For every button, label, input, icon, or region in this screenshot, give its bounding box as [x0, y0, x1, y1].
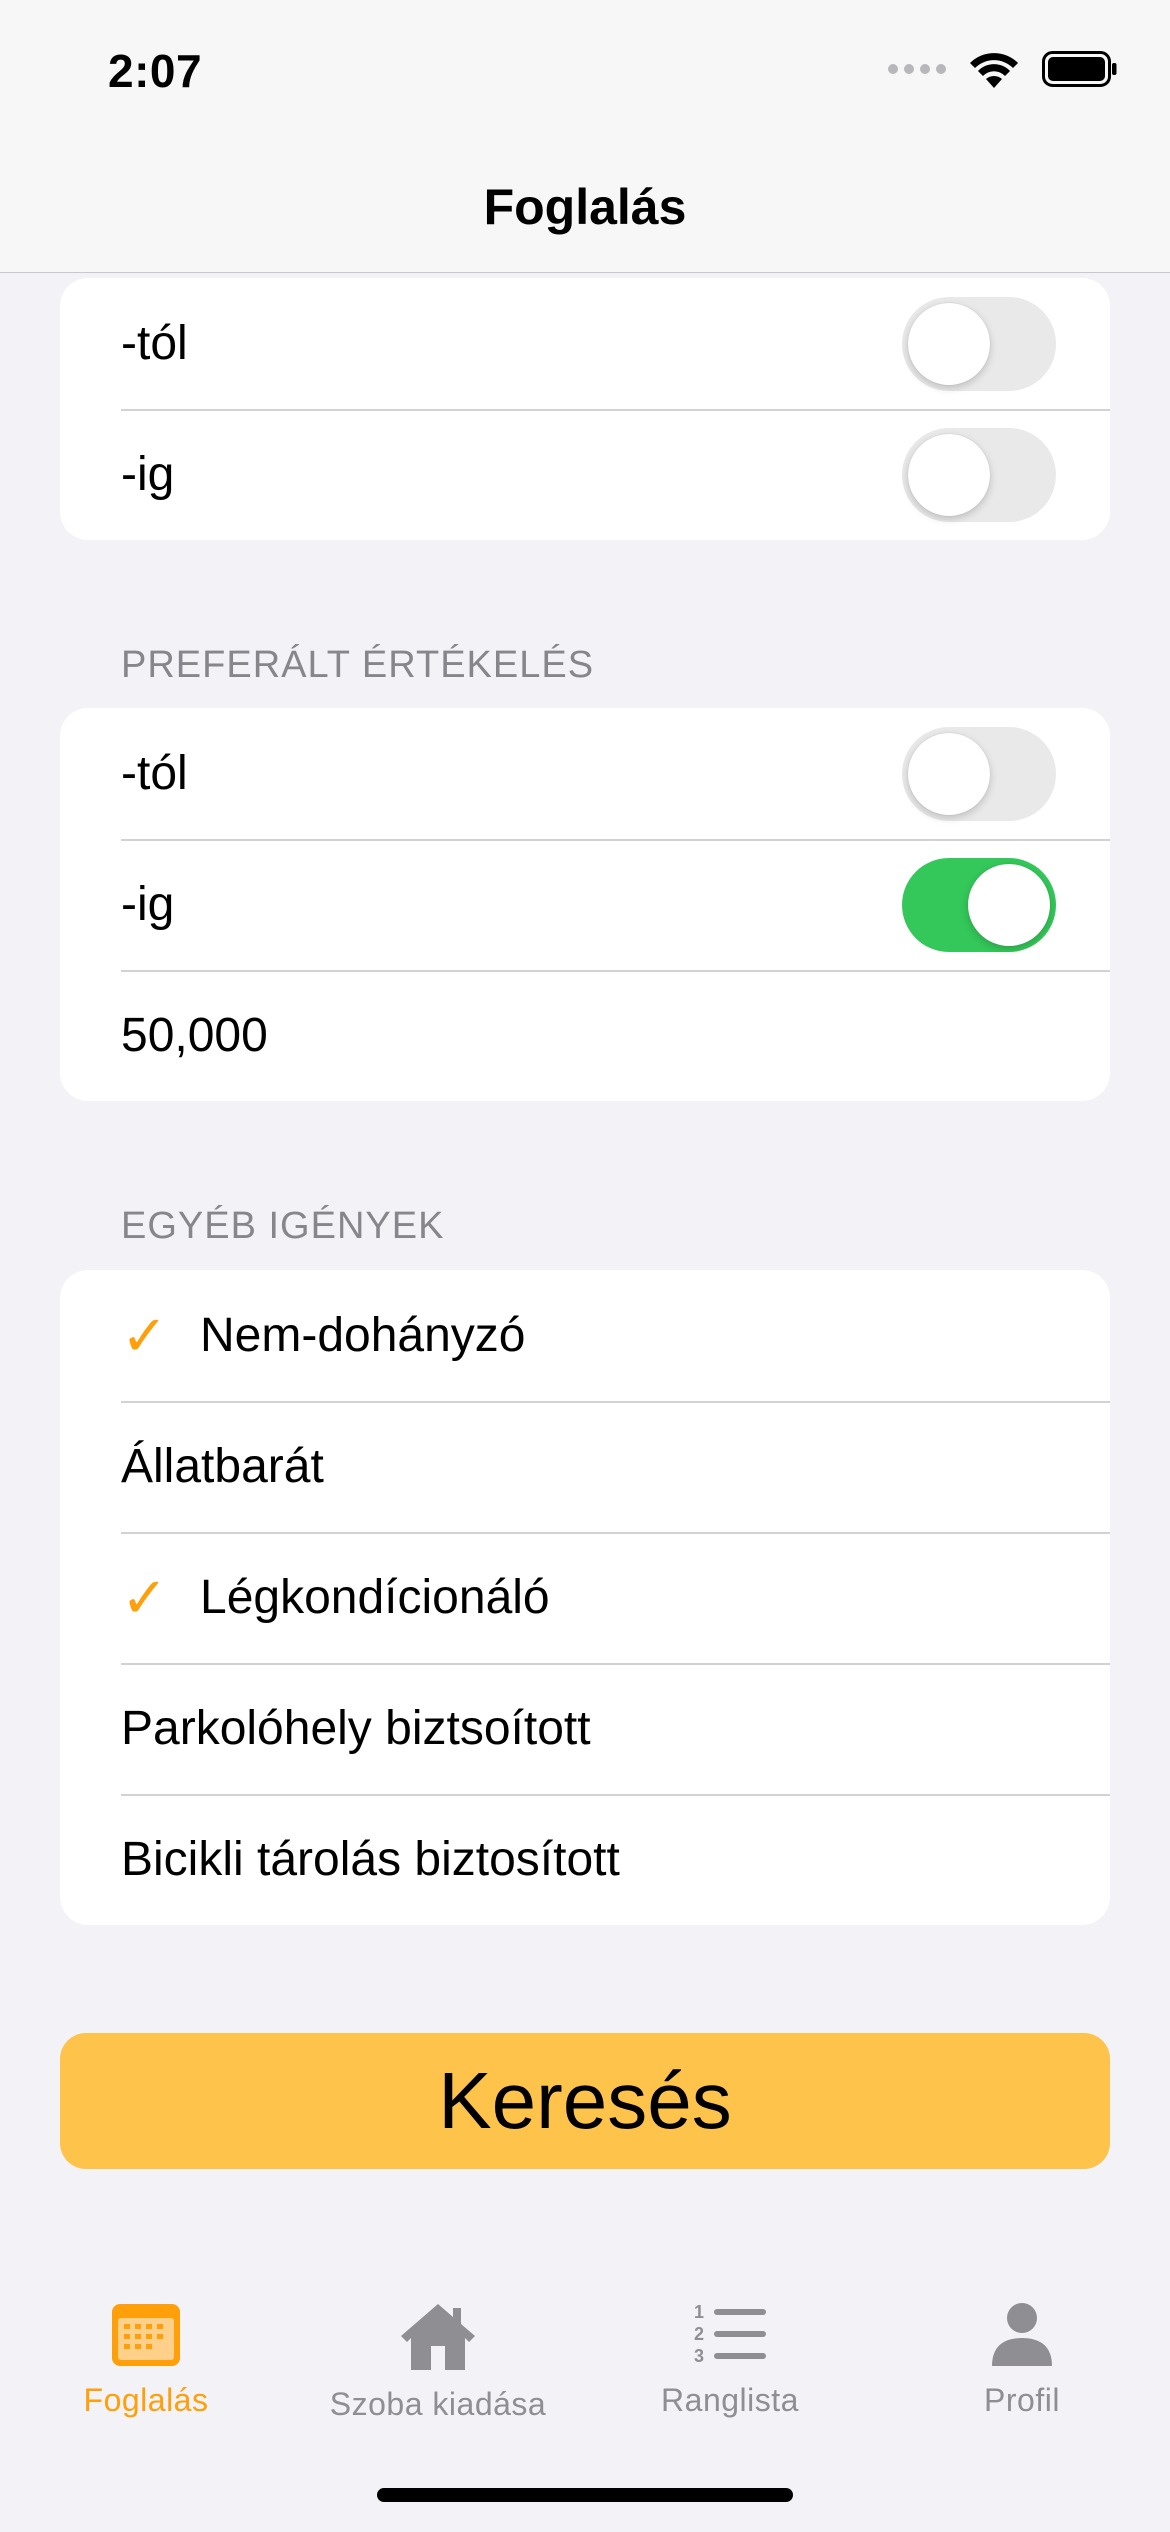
numbered-list-icon: 123 [694, 2302, 766, 2366]
requirement-item-non-smoking[interactable]: ✓ Nem-dohányzó [60, 1270, 1110, 1401]
tab-label: Profil [984, 2382, 1060, 2418]
date-from-row: -tól [60, 278, 1110, 409]
tab-label: Szoba kiadása [329, 2386, 547, 2422]
rating-from-row: -tól [60, 708, 1110, 839]
rating-from-label: -tól [121, 747, 188, 800]
date-to-row: -ig [60, 409, 1110, 540]
date-to-toggle[interactable] [902, 427, 1056, 522]
requirement-item-bike-storage[interactable]: Bicikli tárolás biztosított [60, 1794, 1110, 1925]
tab-label: Foglalás [83, 2382, 209, 2418]
requirement-label: Nem-dohányzó [200, 1309, 526, 1362]
search-button[interactable]: Keresés [60, 2033, 1110, 2169]
rating-to-row: -ig [60, 839, 1110, 970]
calendar-icon [112, 2304, 180, 2366]
requirement-label: Parkolóhely biztsoított [121, 1702, 591, 1755]
date-from-label: -tól [121, 317, 188, 370]
requirement-item-pet-friendly[interactable]: Állatbarát [60, 1401, 1110, 1532]
requirements-group: ✓ Nem-dohányzó Állatbarát ✓ Légkondícion… [60, 1270, 1110, 1925]
tab-room-rental[interactable]: Szoba kiadása [292, 2300, 584, 2423]
house-icon [401, 2304, 475, 2370]
rating-value: 50,000 [121, 1009, 268, 1062]
rating-section-header: PREFERÁLT ÉRTÉKELÉS [121, 644, 595, 686]
page-title: Foglalás [483, 179, 687, 235]
rating-to-label: -ig [121, 878, 175, 931]
svg-text:3: 3 [694, 2346, 704, 2366]
requirement-item-parking[interactable]: Parkolóhely biztsoított [60, 1663, 1110, 1794]
status-icons [888, 50, 1118, 88]
checkmark-icon: ✓ [121, 1565, 168, 1629]
cellular-signal-icon [888, 64, 946, 74]
requirement-item-air-conditioning[interactable]: ✓ Légkondícionáló [60, 1532, 1110, 1663]
svg-text:2: 2 [694, 2324, 704, 2344]
wifi-icon [970, 53, 1018, 88]
svg-text:1: 1 [694, 2302, 704, 2322]
date-to-label: -ig [121, 448, 175, 501]
requirement-label: Légkondícionáló [200, 1571, 550, 1624]
checkmark-icon: ✓ [121, 1303, 168, 1367]
person-icon [992, 2303, 1052, 2366]
rating-to-toggle[interactable] [902, 857, 1056, 952]
requirement-label: Bicikli tárolás biztosított [121, 1833, 620, 1886]
requirement-label: Állatbarát [121, 1440, 324, 1493]
other-section-header: EGYÉB IGÉNYEK [121, 1205, 445, 1247]
rating-from-toggle[interactable] [902, 726, 1056, 821]
rating-group: -tól -ig 50,000 [60, 708, 1110, 1101]
screen: 2:07 Foglalás -tól -ig PREFERÁLT ÉRTÉKEL… [0, 0, 1170, 2532]
home-indicator[interactable] [377, 2488, 793, 2502]
rating-value-row[interactable]: 50,000 [60, 970, 1110, 1101]
battery-icon [1042, 51, 1117, 87]
date-from-toggle[interactable] [902, 296, 1056, 391]
tab-booking[interactable]: Foglalás [0, 2300, 292, 2419]
tab-profile[interactable]: Profil [876, 2300, 1168, 2419]
tab-label: Ranglista [661, 2382, 799, 2418]
tab-leaderboard[interactable]: 123 Ranglista [584, 2300, 876, 2419]
status-time: 2:07 [108, 45, 203, 97]
date-range-group: -tól -ig [60, 278, 1110, 540]
top-bar: 2:07 Foglalás [0, 0, 1170, 273]
